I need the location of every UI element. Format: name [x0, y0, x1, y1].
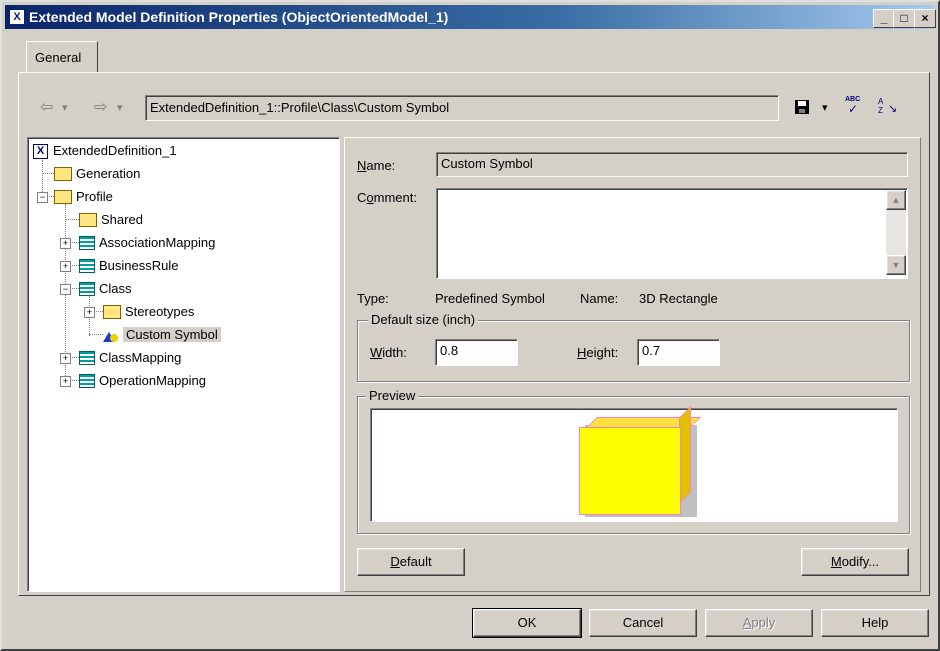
tree-label: Shared: [101, 212, 143, 227]
save-dropdown-icon[interactable]: ▾: [822, 101, 828, 114]
custom-symbol-icon: [103, 330, 119, 342]
preview-canvas: [370, 406, 898, 522]
path-field[interactable]: ExtendedDefinition_1::Profile\Class\Cust…: [145, 95, 779, 121]
tree-connector: [89, 334, 103, 335]
tree-item-custom-symbol[interactable]: Custom Symbol: [103, 325, 221, 345]
cancel-button[interactable]: Cancel: [589, 609, 697, 637]
app-icon[interactable]: X: [9, 9, 25, 25]
minimize-button[interactable]: _: [873, 9, 895, 28]
scroll-up-icon[interactable]: ▲: [886, 190, 906, 210]
expand-icon[interactable]: +: [60, 353, 71, 364]
title-bar[interactable]: X Extended Model Definition Properties (…: [5, 5, 936, 29]
tree-item-operationmapping[interactable]: OperationMapping: [79, 371, 206, 391]
tree-label: Custom Symbol: [123, 327, 221, 342]
default-button[interactable]: Default: [357, 548, 465, 576]
help-button[interactable]: Help: [821, 609, 929, 637]
folder-icon: [103, 304, 121, 319]
preview-group-label: Preview: [366, 388, 419, 403]
preview-3d-rectangle: [579, 427, 681, 515]
folder-icon: [54, 189, 72, 204]
comment-scrollbar[interactable]: ▲ ▼: [886, 190, 906, 275]
width-value: 0.8: [440, 343, 459, 358]
type-label: Type:: [357, 291, 389, 306]
width-label: Width:: [370, 345, 407, 360]
close-button[interactable]: ×: [914, 9, 936, 28]
tab-general-label: General: [35, 50, 82, 65]
tree-label: Class: [99, 281, 132, 296]
path-text: ExtendedDefinition_1::Profile\Class\Cust…: [150, 100, 450, 115]
definition-tree[interactable]: X ExtendedDefinition_1 Generation − Profi…: [27, 137, 340, 592]
tree-label: Stereotypes: [125, 304, 195, 319]
forward-icon[interactable]: ⇨: [94, 97, 107, 117]
tree-connector: [70, 265, 79, 266]
name-field[interactable]: Custom Symbol: [436, 152, 908, 177]
symbol-name-label: Name:: [580, 291, 619, 306]
tree-item-classmapping[interactable]: ClassMapping: [79, 348, 181, 368]
modify-button[interactable]: Modify...: [801, 548, 909, 576]
tree-connector: [65, 219, 79, 220]
height-input[interactable]: 0.7: [637, 339, 720, 366]
expand-icon[interactable]: +: [60, 238, 71, 249]
back-icon[interactable]: ⇦: [40, 97, 53, 117]
maximize-button[interactable]: □: [893, 9, 915, 28]
forward-dropdown-icon[interactable]: ▾: [117, 101, 123, 114]
save-icon[interactable]: [795, 100, 809, 114]
tree-label: ExtendedDefinition_1: [53, 143, 177, 158]
tree-connector: [42, 173, 54, 174]
width-input[interactable]: 0.8: [435, 339, 518, 366]
height-value: 0.7: [642, 343, 661, 358]
folder-icon: [54, 166, 72, 181]
list-icon: [79, 258, 95, 273]
list-icon: [79, 350, 95, 365]
expand-icon[interactable]: +: [60, 261, 71, 272]
tree-connector: [70, 242, 79, 243]
sort-icon[interactable]: A Z ↘: [878, 96, 900, 118]
ok-button[interactable]: OK: [472, 608, 582, 638]
apply-button[interactable]: Apply: [705, 609, 813, 637]
tree-label: BusinessRule: [99, 258, 179, 273]
back-dropdown-icon[interactable]: ▾: [62, 101, 68, 114]
extended-definition-icon: X: [33, 144, 48, 160]
tree-label: AssociationMapping: [99, 235, 216, 250]
tree-label: Profile: [76, 189, 113, 204]
tree-item-shared[interactable]: Shared: [79, 210, 143, 230]
collapse-icon[interactable]: −: [60, 284, 71, 295]
list-icon: [79, 235, 95, 250]
checkmark-glyph: ✓: [848, 102, 859, 116]
tree-item-associationmapping[interactable]: AssociationMapping: [79, 233, 215, 253]
comment-textarea[interactable]: ▲ ▼: [436, 188, 908, 279]
tree-item-businessrule[interactable]: BusinessRule: [79, 256, 179, 276]
name-label: Name:: [357, 158, 396, 173]
tree-label: Generation: [76, 166, 141, 181]
height-label: Height:: [577, 345, 619, 360]
tree-root-definition[interactable]: X ExtendedDefinition_1: [33, 141, 177, 161]
expand-icon[interactable]: +: [84, 307, 95, 318]
tree-connector: [70, 380, 79, 381]
tree-connector: [94, 311, 103, 312]
sort-arrow-glyph: ↘: [888, 103, 898, 115]
expand-icon[interactable]: +: [60, 376, 71, 387]
default-size-group-label: Default size (inch): [368, 312, 479, 327]
tab-general[interactable]: General: [26, 41, 98, 72]
folder-icon: [79, 212, 97, 227]
tree-label: OperationMapping: [99, 373, 206, 388]
tree-item-class[interactable]: Class: [79, 279, 132, 299]
collapse-icon[interactable]: −: [37, 192, 48, 203]
scroll-down-icon[interactable]: ▼: [886, 255, 906, 275]
comment-label: Comment:: [357, 190, 417, 205]
list-icon: [79, 373, 95, 388]
tree-item-profile[interactable]: Profile: [54, 187, 113, 207]
tree-item-generation[interactable]: Generation: [54, 164, 140, 184]
spell-check-icon[interactable]: ABC ✓: [845, 96, 865, 116]
name-field-value: Custom Symbol: [441, 156, 533, 171]
type-value: Predefined Symbol: [435, 291, 545, 306]
sort-icon-text: A Z: [878, 97, 883, 115]
tree-connector: [70, 357, 79, 358]
window-title: Extended Model Definition Properties (Ob…: [29, 9, 449, 25]
tree-connector: [70, 288, 79, 289]
symbol-name-value: 3D Rectangle: [639, 291, 718, 306]
list-icon: [79, 281, 95, 296]
tree-label: ClassMapping: [99, 350, 182, 365]
tree-item-stereotypes[interactable]: Stereotypes: [103, 302, 194, 322]
